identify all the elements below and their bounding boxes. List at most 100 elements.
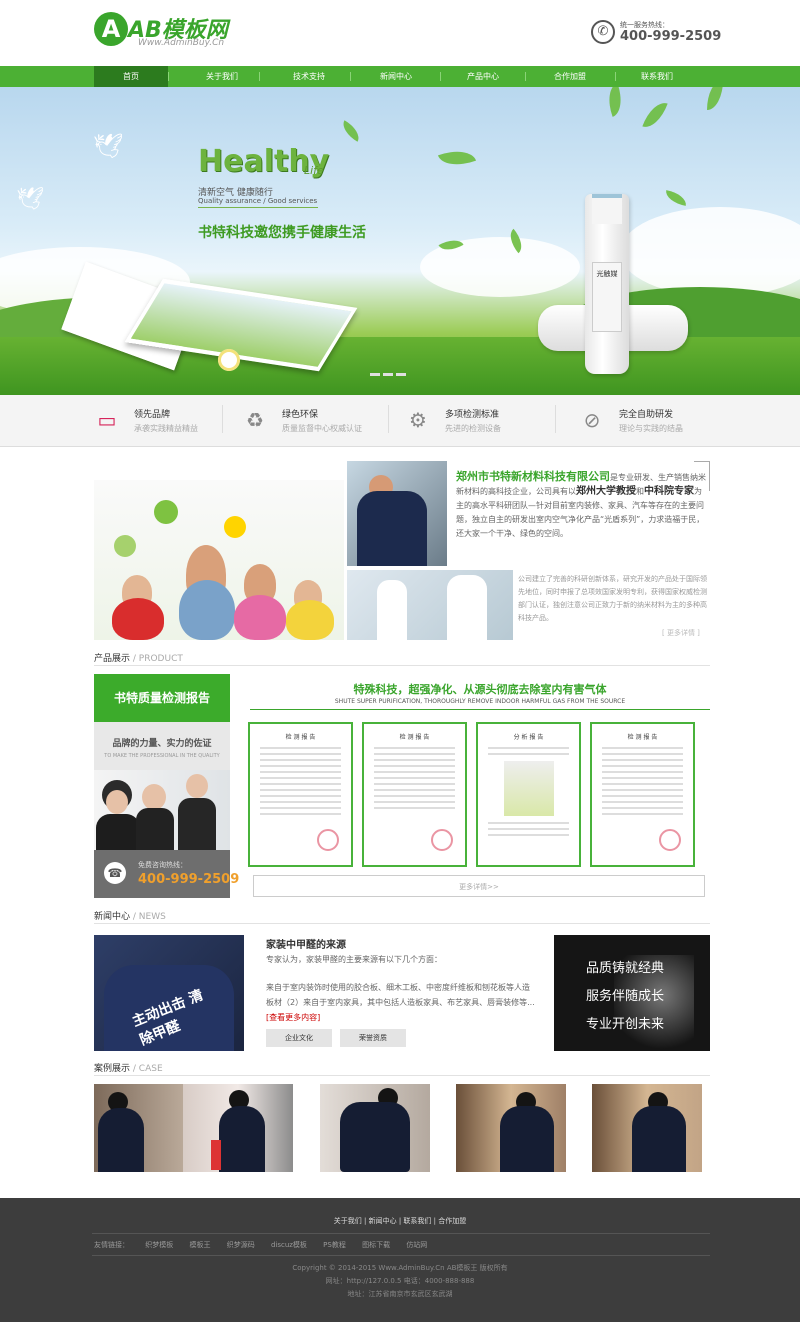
- worker-jacket: [357, 491, 427, 566]
- slider-dots[interactable]: [370, 369, 430, 376]
- nav-item-contact[interactable]: 联系我们: [620, 66, 694, 87]
- nav-item-products[interactable]: 产品中心: [446, 66, 520, 87]
- section-title-en: / NEWS: [132, 912, 166, 922]
- telephone-icon: ☎: [104, 862, 126, 884]
- leaf: [602, 87, 628, 117]
- section-title-news: 新闻中心 / NEWS: [94, 909, 166, 922]
- slider-dot[interactable]: [370, 373, 380, 376]
- green-badge: [114, 535, 136, 557]
- leaf: [642, 98, 668, 132]
- news-headline[interactable]: 家装中甲醛的来源: [266, 936, 346, 951]
- news-more-link[interactable]: [查看更多内容]: [266, 1013, 320, 1022]
- cert-report-4[interactable]: 检 测 报 告: [590, 722, 695, 867]
- nav-item-about[interactable]: 关于我们: [185, 66, 259, 87]
- promo-line: 服务伴随成长: [586, 989, 665, 1004]
- worker-photo: [347, 461, 447, 566]
- free-call-label: 免费咨询热线：: [138, 861, 187, 869]
- case-photo[interactable]: [456, 1084, 566, 1172]
- product-headline-en: SHUTE SUPER PURIFICATION, THOROUGHLY REM…: [334, 698, 626, 705]
- friend-link[interactable]: 图标下载: [362, 1241, 390, 1249]
- free-call-number: 400-999-2509: [138, 872, 240, 887]
- phone-icon: ✆: [591, 20, 615, 44]
- cert-report-1[interactable]: 检 测 报 告: [248, 722, 353, 867]
- case-photo[interactable]: [320, 1084, 430, 1172]
- feature-desc: 先进的检测设备: [445, 424, 501, 433]
- nav-item-home[interactable]: 首页: [94, 66, 168, 87]
- case-photo[interactable]: [592, 1084, 702, 1172]
- red-seal: [431, 829, 453, 851]
- nav-item-join[interactable]: 合作加盟: [533, 66, 607, 87]
- feature-title: 完全自助研发: [619, 410, 674, 420]
- sidebar-slogan-en: TO MAKE THE PROFESSIONAL IN THE QUALITY: [104, 753, 220, 759]
- family-photo: [94, 480, 344, 640]
- slider-dot[interactable]: [383, 373, 393, 376]
- product-sidebar-title[interactable]: 书特质量检测报告: [94, 674, 230, 722]
- news-body-text: 来自于室内装饰时使用的胶合板、细木工板、中密度纤维板和刨花板等人造板材（2）来自…: [266, 983, 535, 1007]
- leaf: [664, 190, 688, 206]
- red-seal: [659, 829, 681, 851]
- friend-link[interactable]: 仿站网: [406, 1241, 427, 1249]
- about-more-link[interactable]: [ 更多详情 ]: [662, 628, 700, 638]
- nav-divider: [168, 72, 169, 81]
- agent-body: [96, 814, 140, 850]
- friend-link[interactable]: discuz模板: [271, 1241, 307, 1249]
- customer-service-photo: [94, 770, 230, 850]
- cert-title: 检 测 报 告: [285, 734, 316, 741]
- friend-link[interactable]: 模板王: [189, 1241, 210, 1249]
- cert-report-2[interactable]: 检 测 报 告: [362, 722, 467, 867]
- agent-face: [106, 790, 128, 814]
- section-title-en: / CASE: [132, 1064, 163, 1074]
- friend-link[interactable]: PS教程: [323, 1241, 346, 1249]
- section-title-case: 案例展示 / CASE: [94, 1061, 163, 1074]
- feature-title: 多项检测标准: [445, 410, 500, 420]
- promo-line: 品质铸就经典: [586, 961, 665, 976]
- main-nav: 首页 关于我们 技术支持 新闻中心 产品中心 合作加盟 联系我们: [0, 66, 800, 87]
- nav-item-support[interactable]: 技术支持: [272, 66, 346, 87]
- logo-icon[interactable]: A: [94, 12, 128, 46]
- honors-button[interactable]: 荣誉资质: [340, 1029, 406, 1047]
- news-body: 来自于室内装饰时使用的胶合板、细木工板、中密度纤维板和刨花板等人造板材（2）来自…: [266, 980, 536, 1025]
- red-seal: [317, 829, 339, 851]
- culture-button[interactable]: 企业文化: [266, 1029, 332, 1047]
- news-image[interactable]: 主动出击 清除甲醛: [94, 935, 244, 1051]
- yellow-badge: [224, 516, 246, 538]
- about-paragraph-2: 公司建立了完善的科研创新体系，研究开发的产品处于国际领先地位，同时申报了总项效国…: [518, 575, 707, 622]
- agent-body: [178, 798, 216, 850]
- person-kid-shirt: [286, 600, 334, 640]
- footer-address: 地址：江苏省南京市玄武区玄武湖: [347, 1290, 453, 1298]
- feature-title: 领先品牌: [134, 410, 171, 420]
- compass-icon: ⊘: [583, 408, 601, 432]
- features-bar: ▭ 领先品牌 承袭实践精益精益 ♻ 绿色环保 质量监督中心权威认证 ⚙ 多项检测…: [0, 395, 800, 447]
- copyright: Copyright © 2014-2015 Www.AdminBuy.Cn AB…: [292, 1264, 508, 1272]
- about-paragraph: 和: [636, 487, 644, 496]
- friend-link[interactable]: 织梦源码: [227, 1241, 255, 1249]
- feature-divider: [555, 405, 556, 433]
- slider-dot[interactable]: [396, 373, 406, 376]
- cert-report-3[interactable]: 分 析 报 告: [476, 722, 581, 867]
- feature-title: 绿色环保: [282, 410, 319, 420]
- about-text: 郑州市书特新材料科技有限公司是专业研发、生产销售纳米新材料的高科技企业，公司具有…: [456, 470, 706, 541]
- feature-rd: ⊘ 完全自助研发 理论与实践的结晶: [579, 405, 769, 441]
- nav-item-news[interactable]: 新闻中心: [359, 66, 433, 87]
- product-headline-divider: [250, 709, 710, 710]
- cert-title: 检 测 报 告: [399, 734, 430, 741]
- friend-link[interactable]: 织梦模板: [145, 1241, 173, 1249]
- banner-slogan: 书特科技邀您携手健康生活: [198, 225, 366, 241]
- leaf: [437, 143, 477, 173]
- section-title-en: / PRODUCT: [132, 654, 183, 664]
- lab-photo: [347, 570, 513, 640]
- case-photo[interactable]: [183, 1084, 293, 1172]
- brand-promo: 品质铸就经典 服务伴随成长 专业开创未来: [554, 935, 710, 1051]
- logo-subtitle: Www.AdminBuy.Cn: [138, 38, 225, 48]
- section-title-text: 产品展示: [94, 654, 131, 664]
- section-divider: [94, 1075, 710, 1076]
- feature-divider: [222, 405, 223, 433]
- nav-divider: [259, 72, 260, 81]
- product-sidebar-sub: 品牌的力量、实力的佐证 TO MAKE THE PROFESSIONAL IN …: [94, 722, 230, 770]
- feature-green: ♻ 绿色环保 质量监督中心权威认证: [242, 405, 432, 441]
- product-more-button[interactable]: 更多详情>>: [253, 875, 705, 897]
- footer-nav[interactable]: 关于我们 | 新闻中心 | 联系我们 | 合作加盟: [0, 1216, 800, 1226]
- promo-line: 专业开创未来: [586, 1017, 665, 1032]
- hero-banner[interactable]: 🕊 🕊 Healthy Life 清新空气 健康随行 Quality assur…: [0, 87, 800, 395]
- section-title-product: 产品展示 / PRODUCT: [94, 651, 183, 664]
